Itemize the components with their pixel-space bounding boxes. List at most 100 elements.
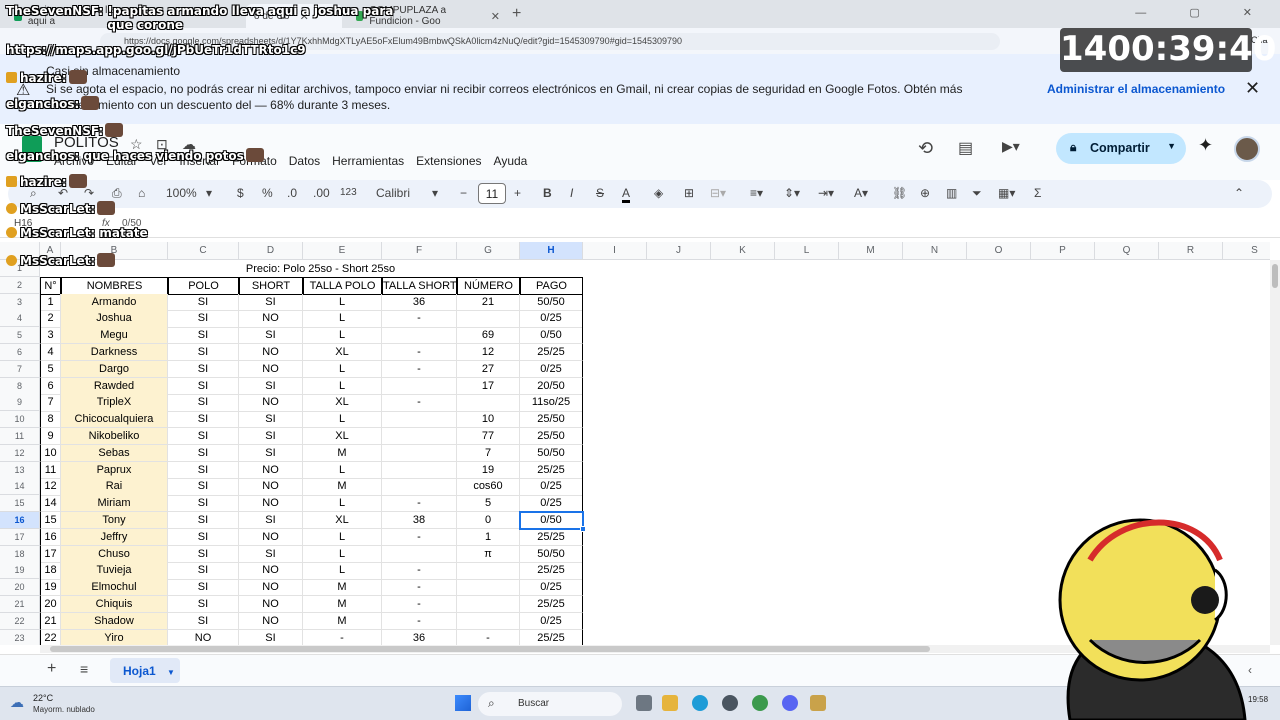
row-header-5[interactable]: 5	[0, 327, 40, 345]
add-sheet-icon[interactable]: +	[47, 660, 56, 678]
table-header-cell[interactable]: POLO	[168, 276, 239, 295]
borders-icon[interactable]: ⊞	[684, 186, 694, 200]
column-header-d[interactable]: D	[239, 242, 303, 260]
table-cell[interactable]: SI	[239, 629, 303, 645]
table-cell[interactable]: NO	[239, 310, 303, 328]
table-cell[interactable]: M	[303, 444, 382, 463]
table-cell[interactable]: 38	[382, 512, 457, 530]
font-size-input[interactable]: 11	[478, 183, 506, 204]
row-header-11[interactable]: 11	[0, 428, 40, 445]
column-header-r[interactable]: R	[1159, 242, 1223, 260]
percent-button[interactable]: %	[262, 186, 273, 200]
table-header-cell[interactable]: PAGO	[520, 276, 583, 295]
increase-font-size-icon[interactable]: +	[514, 186, 521, 200]
filter-icon[interactable]: ⏷	[972, 186, 982, 201]
edge-icon[interactable]	[692, 695, 708, 711]
table-cell[interactable]: 15	[40, 512, 61, 530]
bold-button[interactable]: B	[543, 186, 552, 200]
italic-button[interactable]: I	[570, 186, 573, 200]
table-cell[interactable]: 21	[40, 612, 61, 631]
table-cell[interactable]: -	[382, 310, 457, 328]
table-cell[interactable]: Yiro	[61, 629, 168, 645]
table-cell[interactable]	[382, 327, 457, 345]
table-cell[interactable]: L	[303, 495, 382, 513]
table-cell[interactable]: NO	[239, 562, 303, 580]
table-cell[interactable]: 25/25	[520, 562, 583, 580]
table-cell[interactable]: 50/50	[520, 293, 583, 311]
table-cell[interactable]	[457, 562, 520, 580]
row-header-17[interactable]: 17	[0, 528, 40, 546]
table-cell[interactable]: -	[382, 360, 457, 379]
column-header-o[interactable]: O	[967, 242, 1031, 260]
new-tab-icon[interactable]: +	[512, 5, 521, 23]
add-comment-icon[interactable]: ⊕	[920, 186, 930, 200]
chevron-down-icon[interactable]: ▼	[167, 668, 175, 677]
table-cell[interactable]: SI	[168, 377, 239, 395]
font-select[interactable]: Calibri	[376, 186, 410, 200]
table-cell[interactable]: L	[303, 293, 382, 311]
table-cell[interactable]: Miriam	[61, 495, 168, 513]
table-cell[interactable]: -	[382, 495, 457, 513]
table-cell[interactable]	[382, 411, 457, 429]
table-cell[interactable]: 25/25	[520, 461, 583, 479]
increase-decimals-button[interactable]: .00	[313, 186, 330, 200]
table-cell[interactable]: SI	[168, 444, 239, 463]
table-cell[interactable]: 0/50	[520, 512, 583, 530]
table-cell[interactable]: NO	[239, 344, 303, 362]
table-cell[interactable]: π	[457, 545, 520, 563]
table-cell[interactable]: 0/50	[520, 327, 583, 345]
collapse-menu-icon[interactable]: ⌃	[1234, 186, 1244, 200]
table-cell[interactable]: 5	[40, 360, 61, 379]
table-cell[interactable]: 19	[40, 579, 61, 597]
table-cell[interactable]: Elmochul	[61, 579, 168, 597]
table-cell[interactable]: Joshua	[61, 310, 168, 328]
table-cell[interactable]	[457, 579, 520, 597]
table-cell[interactable]: 20/50	[520, 377, 583, 395]
chevron-down-icon[interactable]: ▾	[206, 186, 212, 200]
table-cell[interactable]: 6	[40, 377, 61, 395]
table-cell[interactable]: SI	[168, 512, 239, 530]
column-header-e[interactable]: E	[303, 242, 382, 260]
table-cell[interactable]: L	[303, 327, 382, 345]
weather-icon[interactable]: ☁	[10, 694, 24, 711]
row-header-20[interactable]: 20	[0, 579, 40, 597]
table-cell[interactable]: 0/25	[520, 310, 583, 328]
number-format-button[interactable]: 123	[340, 187, 357, 198]
taskbar-search[interactable]: ⌕ Buscar	[478, 692, 622, 716]
table-cell[interactable]: 14	[40, 495, 61, 513]
table-cell[interactable]: Darkness	[61, 344, 168, 362]
table-cell[interactable]: -	[382, 596, 457, 614]
scroll-thumb[interactable]	[1272, 264, 1278, 288]
merge-cells-icon[interactable]: ⊟▾	[710, 186, 726, 200]
scroll-thumb[interactable]	[50, 646, 930, 652]
column-header-f[interactable]: F	[382, 242, 457, 260]
fill-handle[interactable]	[580, 525, 586, 532]
table-cell[interactable]: SI	[239, 444, 303, 463]
table-cell[interactable]: SI	[168, 411, 239, 429]
menu-datos[interactable]: Datos	[289, 154, 320, 168]
table-cell[interactable]: 0/25	[520, 579, 583, 597]
table-cell[interactable]: SI	[239, 327, 303, 345]
app-icon[interactable]	[722, 695, 738, 711]
align-horizontal-icon[interactable]: ≡▾	[750, 186, 763, 200]
table-cell[interactable]: SI	[239, 293, 303, 311]
fill-color-icon[interactable]: ◈	[654, 186, 663, 200]
row-header-18[interactable]: 18	[0, 545, 40, 563]
table-cell[interactable]	[382, 478, 457, 496]
table-cell[interactable]	[382, 377, 457, 395]
table-cell[interactable]: 25/50	[520, 428, 583, 446]
table-cell[interactable]: XL	[303, 394, 382, 412]
column-header-n[interactable]: N	[903, 242, 967, 260]
table-cell[interactable]	[457, 394, 520, 412]
row-header-10[interactable]: 10	[0, 411, 40, 429]
table-cell[interactable]: Chiquis	[61, 596, 168, 614]
table-cell[interactable]: M	[303, 596, 382, 614]
row-header-8[interactable]: 8	[0, 377, 40, 395]
filter-views-icon[interactable]: ▦▾	[998, 186, 1015, 200]
table-cell[interactable]: SI	[239, 545, 303, 563]
table-cell[interactable]: Dargo	[61, 360, 168, 379]
table-cell[interactable]: SI	[168, 310, 239, 328]
table-cell[interactable]: 0/25	[520, 612, 583, 631]
column-header-q[interactable]: Q	[1095, 242, 1159, 260]
table-header-cell[interactable]: SHORT	[239, 276, 303, 295]
